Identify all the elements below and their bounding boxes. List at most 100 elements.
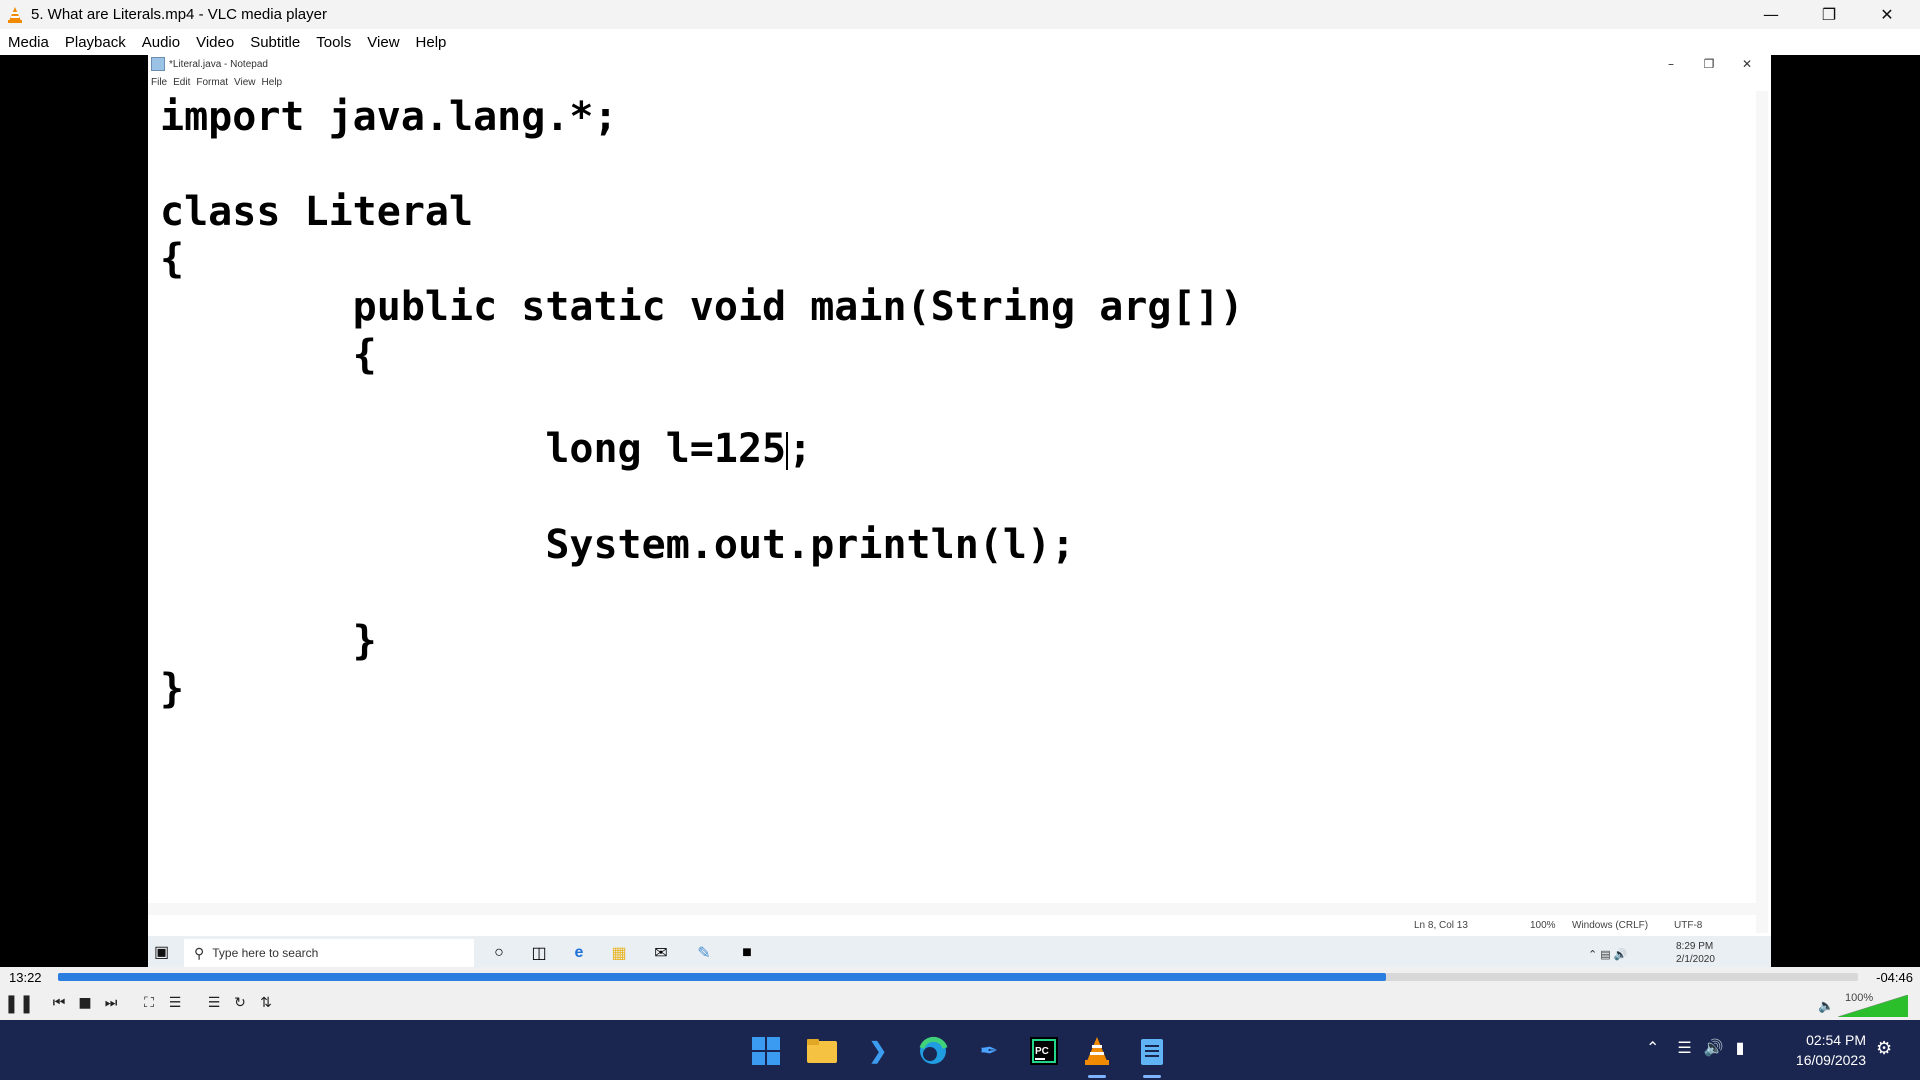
notepad-icon <box>151 57 165 71</box>
file-explorer-icon[interactable] <box>805 1034 839 1068</box>
code-line: public static void main(String arg[]) <box>160 284 1244 330</box>
notepad-vertical-scrollbar <box>1756 91 1768 933</box>
seek-row: 13:22 -04:46 <box>0 967 1920 987</box>
menu-subtitle[interactable]: Subtitle <box>250 34 300 51</box>
status-line-ending: Windows (CRLF) <box>1572 920 1649 931</box>
remaining-time: -04:46 <box>1876 970 1913 985</box>
code-line: { <box>160 236 185 282</box>
battery-icon[interactable]: ▮ <box>1736 1038 1745 1058</box>
code-line: import java.lang.*; <box>160 94 618 140</box>
window-title: 5. What are Literals.mp4 - VLC media pla… <box>31 6 327 23</box>
recorded-date: 2/1/2020 <box>1676 954 1715 965</box>
code-line: { <box>160 332 377 378</box>
notepad-icon[interactable] <box>1135 1034 1169 1078</box>
code-line: } <box>160 618 377 664</box>
code-line-suffix: ; <box>788 426 813 472</box>
notepad-menu-edit: Edit <box>173 76 191 88</box>
vscode-icon[interactable]: ❯ <box>861 1034 895 1068</box>
extended-settings-button[interactable]: ☰ <box>164 992 186 1014</box>
menu-view[interactable]: View <box>367 34 399 51</box>
system-tray: ⌃ ☰ 🔊 ▮ <box>1646 1038 1756 1058</box>
file-explorer-icon: ▦ <box>611 945 627 962</box>
network-icon: ▤ <box>1600 948 1611 961</box>
notepad-menu-help: Help <box>261 76 283 88</box>
vlc-cone-icon <box>8 6 22 23</box>
notepad-close-icon: ✕ <box>1741 57 1753 71</box>
menu-playback[interactable]: Playback <box>65 34 126 51</box>
menu-video[interactable]: Video <box>196 34 234 51</box>
clock-date: 16/09/2023 <box>1795 1052 1866 1068</box>
video-frame: *Literal.java - Notepad – ❐ ✕ File Edit … <box>148 55 1771 967</box>
next-button[interactable]: ⏭ <box>100 992 122 1014</box>
restore-button[interactable]: ❐ <box>1800 0 1858 29</box>
elapsed-time: 13:22 <box>9 970 42 985</box>
speaker-icon: 🔈 <box>1818 998 1835 1013</box>
notepad-menu-file: File <box>151 76 168 88</box>
recorded-clock: 8:29 PM 2/1/2020 <box>1676 940 1715 966</box>
menu-tools[interactable]: Tools <box>316 34 351 51</box>
menu-help[interactable]: Help <box>416 34 447 51</box>
cortana-icon: ○ <box>494 944 504 961</box>
volume-icon[interactable]: 🔊 <box>1704 1038 1724 1058</box>
svg-text:PC: PC <box>1035 1046 1049 1057</box>
edge-legacy-icon: e <box>574 944 584 961</box>
volume-level: 100% <box>1845 992 1874 1004</box>
stop-button[interactable]: ■ <box>74 992 96 1014</box>
clock[interactable]: 02:54 PM 16/09/2023 <box>1780 1030 1866 1070</box>
code-line: long l=125; <box>160 425 812 473</box>
vlc-icon[interactable] <box>1080 1034 1114 1078</box>
notification-icon[interactable]: ⚙ <box>1876 1038 1892 1059</box>
notepad-title: *Literal.java - Notepad <box>169 58 268 70</box>
seek-bar[interactable] <box>58 973 1858 981</box>
close-button[interactable]: ✕ <box>1858 0 1916 29</box>
code-line: } <box>160 666 185 712</box>
clock-time: 02:54 PM <box>1806 1032 1866 1048</box>
notepad-horizontal-scrollbar <box>148 903 1756 915</box>
status-zoom: 100% <box>1530 920 1556 931</box>
recorded-taskbar: ▣ ⚲ Type here to search ○ ◫ e ▦ ✉ ✎ ■ ⌃ … <box>148 936 1771 967</box>
notepad-minimize-icon: – <box>1668 57 1674 71</box>
previous-button[interactable]: ⏮ <box>48 992 70 1014</box>
notepad-restore-icon: ❐ <box>1703 57 1715 71</box>
recorded-tray: ⌃ ▤ 🔊 <box>1588 940 1627 967</box>
volume-control[interactable]: 🔈 100% <box>1818 992 1912 1017</box>
recorded-time: 8:29 PM <box>1676 941 1714 952</box>
start-icon[interactable] <box>749 1034 783 1068</box>
notepad-status-bar: Ln 8, Col 13 100% Windows (CRLF) UTF-8 <box>148 917 1771 935</box>
playlist-button[interactable]: ☰ <box>203 992 225 1014</box>
pen-icon[interactable]: ✒ <box>972 1034 1006 1068</box>
vlc-title-bar: 5. What are Literals.mp4 - VLC media pla… <box>0 0 1920 29</box>
notepad-menu-format: Format <box>196 76 229 88</box>
pause-button[interactable]: ❚❚ <box>4 992 34 1014</box>
chevron-up-icon[interactable]: ⌃ <box>1646 1038 1659 1058</box>
mail-icon: ✉ <box>654 945 668 962</box>
notepad-icon: ✎ <box>697 945 711 962</box>
volume-icon: 🔊 <box>1613 948 1628 961</box>
status-encoding: UTF-8 <box>1674 920 1703 931</box>
edge-icon[interactable] <box>916 1034 950 1068</box>
video-area[interactable]: *Literal.java - Notepad – ❐ ✕ File Edit … <box>0 55 1920 967</box>
windows-start-icon: ▣ <box>154 944 170 961</box>
wifi-icon[interactable]: ☰ <box>1677 1038 1691 1058</box>
menu-media[interactable]: Media <box>8 34 49 51</box>
notepad-menu-view: View <box>234 76 256 88</box>
seek-bar-fill <box>58 973 1387 981</box>
minimize-button[interactable]: — <box>1742 0 1800 29</box>
chevron-up-icon: ⌃ <box>1588 948 1598 961</box>
code-line-text: long l=125 <box>160 426 787 472</box>
code-line: class Literal <box>160 189 474 235</box>
status-position: Ln 8, Col 13 <box>1414 920 1468 931</box>
terminal-icon: ■ <box>742 944 752 961</box>
fullscreen-button[interactable]: ⛶ <box>138 992 160 1014</box>
notepad-title-bar: *Literal.java - Notepad – ❐ ✕ <box>148 55 1771 73</box>
loop-button[interactable]: ↻ <box>229 992 251 1014</box>
taskbar: ❯ ✒ PC ⌃ ☰ 🔊 ▮ 02:54 PM 16/09/2023 ⚙ <box>0 1020 1920 1080</box>
pycharm-icon[interactable]: PC <box>1027 1034 1061 1068</box>
playback-controls: ❚❚ ⏮ ■ ⏭ ⛶ ☰ ☰ ↻ ⇅ 🔈 100% <box>0 987 1920 1020</box>
shuffle-button[interactable]: ⇅ <box>255 992 277 1014</box>
search-icon: ⚲ <box>194 944 205 961</box>
search-placeholder: Type here to search <box>212 946 319 960</box>
code-line: System.out.println(l); <box>160 522 1076 568</box>
notepad-menu-bar: File Edit Format View Help <box>148 75 285 89</box>
menu-audio[interactable]: Audio <box>142 34 180 51</box>
